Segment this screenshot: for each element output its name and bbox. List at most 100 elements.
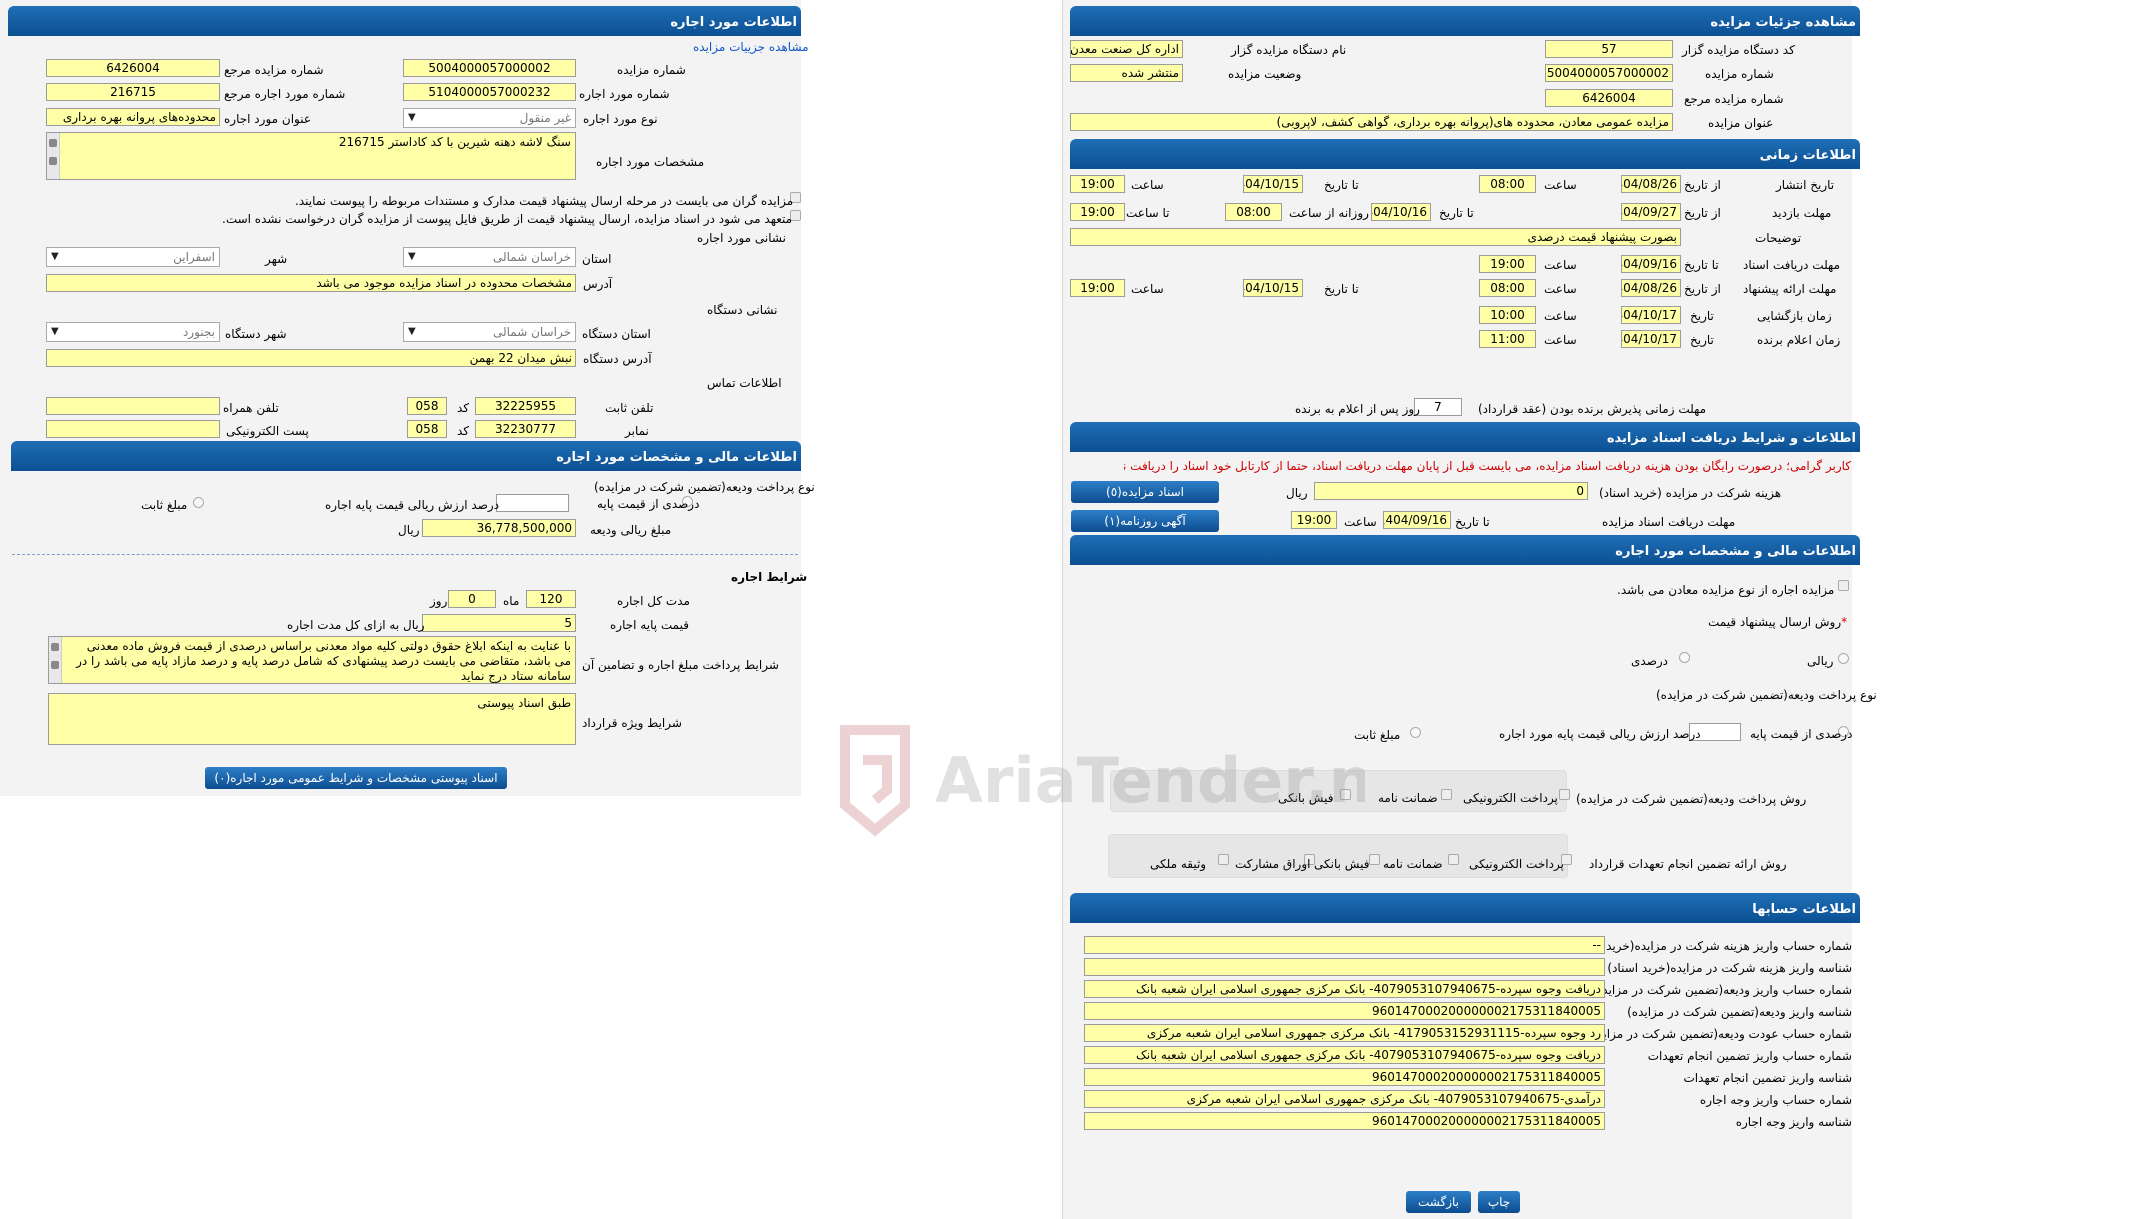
fee-label: هزینه شرکت در مزایده (خرید اسناد) bbox=[1599, 486, 1782, 500]
offer-to-label: تا تاریخ bbox=[1324, 282, 1359, 296]
offer-time-label: ساعت bbox=[1544, 282, 1577, 296]
chevron-down-icon: ▼ bbox=[408, 251, 416, 262]
docs-warning: کاربر گرامی؛ درصورت رایگان بودن هزینه در… bbox=[1124, 459, 1851, 473]
offer-from-date: 1404/08/26 bbox=[1621, 279, 1681, 297]
pay2-guarantee-checkbox[interactable] bbox=[1448, 854, 1459, 865]
publish-from-date: 1404/08/26 bbox=[1621, 175, 1681, 193]
pay1-receipt-checkbox[interactable] bbox=[1340, 789, 1351, 800]
offer-to-date: 1404/10/15 bbox=[1243, 279, 1303, 297]
org-prov-select-value: خراسان شمالی bbox=[492, 325, 571, 339]
pay1-electronic-checkbox[interactable] bbox=[1559, 789, 1570, 800]
address-field: مشخصات محدوده در اسناد مزایده موجود می ب… bbox=[46, 274, 576, 292]
view-details-link[interactable]: مشاهده جزییات مزایده bbox=[693, 40, 809, 54]
type-select-value: غیر منقول bbox=[519, 111, 571, 125]
account-label: شناسه واریز هزینه شرکت در مزایده(خرید اس… bbox=[1607, 961, 1852, 975]
item-address-heading: نشانی مورد اجاره bbox=[697, 231, 786, 245]
org-city-select-value: بجنورد bbox=[182, 325, 215, 339]
financial-header: اطلاعات مالی و مشخصات مورد اجاره bbox=[1070, 535, 1860, 565]
province-label: استان bbox=[582, 252, 612, 266]
email-field bbox=[46, 420, 220, 438]
type-label: نوع مورد اجاره bbox=[583, 112, 658, 126]
account-label: شماره حساب واریز ودیعه(تضمین شرکت در مزا… bbox=[1591, 983, 1852, 997]
daily-to-label: تا ساعت bbox=[1126, 206, 1170, 220]
spec-textarea[interactable]: سنگ لاشه دهنه شیرین با کد کاداستر 216715 bbox=[46, 132, 576, 180]
attach-docs-text: مزایده گران می بایست در مرحله ارسال پیشن… bbox=[295, 194, 794, 208]
deposit-currency: ریال bbox=[398, 523, 420, 537]
percent-radio-label: درصدی bbox=[1631, 654, 1669, 668]
offer-from-label: از تاریخ bbox=[1684, 282, 1721, 296]
publish-to-time: 19:00 bbox=[1070, 175, 1125, 193]
open-time: 10:00 bbox=[1479, 306, 1536, 324]
pay-terms-scrollbar[interactable] bbox=[49, 637, 62, 683]
offer-from-time: 08:00 bbox=[1479, 279, 1536, 297]
account-label: شناسه واریز تضمین انجام تعهدات bbox=[1683, 1071, 1853, 1085]
pay-terms-textarea[interactable]: با عنایت به اینکه ابلاغ حقوق دولتی کلیه … bbox=[48, 636, 576, 684]
attached-docs-button[interactable]: اسناد پیوستی مشخصات و شرایط عمومی مورد ا… bbox=[205, 767, 507, 789]
account-value: 960147000200000002175311840005 bbox=[1084, 1002, 1605, 1020]
pay1-guarantee-checkbox[interactable] bbox=[1441, 789, 1452, 800]
doc-to-date: 1404/09/16 bbox=[1621, 255, 1681, 273]
daily-from-label: روزانه از ساعت bbox=[1289, 206, 1369, 220]
pay2-guarantee-label: ضمانت نامه bbox=[1383, 857, 1443, 871]
guarantee-label: روش ارائه تضمین انجام تعهدات قرارداد bbox=[1589, 857, 1787, 871]
doc-to-time: 19:00 bbox=[1479, 255, 1536, 273]
status-label: وضعیت مزایده bbox=[1228, 67, 1302, 81]
publish-to-label: تا تاریخ bbox=[1324, 178, 1359, 192]
day-label: روز bbox=[430, 594, 448, 608]
doc-recv-time-label: ساعت bbox=[1344, 515, 1377, 529]
item-ref-label: شماره مورد اجاره مرجع bbox=[224, 87, 346, 101]
account-value: دریافت وجوه سپرده-4079053107940675- بانک… bbox=[1084, 980, 1605, 998]
print-button[interactable]: چاپ bbox=[1478, 1191, 1520, 1213]
back-button[interactable]: بازگشت bbox=[1406, 1191, 1471, 1213]
fax-code-label: کد bbox=[457, 424, 470, 438]
special-terms-textarea[interactable]: طبق اسناد پیوستی bbox=[48, 693, 576, 745]
fixed-amount-radio[interactable] bbox=[1410, 727, 1421, 738]
publish-to-date: 1404/10/15 bbox=[1243, 175, 1303, 193]
org-name-field: اداره کل صنعت معدن و تجا bbox=[1070, 40, 1183, 58]
deposit-amount-field: 36,778,500,000 bbox=[422, 519, 576, 537]
province-select[interactable]: خراسان شمالی ▼ bbox=[403, 247, 576, 267]
spec-scrollbar[interactable] bbox=[47, 133, 60, 179]
province-select-value: خراسان شمالی bbox=[492, 250, 571, 264]
item-header: اطلاعات مورد اجاره bbox=[8, 6, 801, 36]
doc-time-label: ساعت bbox=[1544, 258, 1577, 272]
visit-to-date: 1404/10/16 bbox=[1371, 203, 1431, 221]
open-date-label: تاریخ bbox=[1690, 309, 1714, 323]
account-value: 960147000200000002175311840005 bbox=[1084, 1112, 1605, 1130]
mobile-field bbox=[46, 397, 220, 415]
auction-docs-button[interactable]: اسناد مزایده(٥) bbox=[1071, 481, 1219, 503]
org-city-select[interactable]: بجنورد ▼ bbox=[46, 322, 220, 342]
account-value: رد وجوه سپرده-4179053152931115- بانک مرک… bbox=[1084, 1024, 1605, 1042]
percent-radio[interactable] bbox=[1679, 652, 1690, 663]
docs-header: اطلاعات و شرایط دریافت اسناد مزایده bbox=[1070, 422, 1860, 452]
mine-type-text: مزایده اجاره از نوع مزایده معادن می باشد… bbox=[1617, 583, 1835, 597]
desc-field: بصورت پیشنهاد قیمت درصدی bbox=[1070, 228, 1681, 246]
duration-label: مدت کل اجاره bbox=[617, 594, 690, 608]
days-field: 0 bbox=[448, 590, 496, 608]
pay2-property-label: وثیقه ملکی bbox=[1150, 857, 1207, 871]
city-select[interactable]: اسفراین ▼ bbox=[46, 247, 220, 267]
fixed-amount-label: مبلغ ثابت bbox=[1354, 728, 1401, 742]
pay2-receipt-checkbox[interactable] bbox=[1369, 854, 1380, 865]
details-header: مشاهده جزئیات مزایده bbox=[1070, 6, 1860, 36]
org-prov-label: استان دستگاه bbox=[582, 327, 651, 341]
fax-field: 32230777 bbox=[475, 420, 576, 438]
phone-code-field: 058 bbox=[407, 397, 447, 415]
base-price-suffix: ریال به ازای کل مدت اجاره bbox=[287, 618, 425, 632]
fixed-amount-radio[interactable] bbox=[193, 497, 204, 508]
type-select[interactable]: غیر منقول ▼ bbox=[403, 108, 576, 128]
newspaper-ad-button[interactable]: آگهی روزنامه(١) bbox=[1071, 510, 1219, 532]
doc-recv-label: مهلت دریافت اسناد مزایده bbox=[1602, 515, 1736, 529]
account-label: شناسه واریز ودیعه(تضمین شرکت در مزایده) bbox=[1627, 1005, 1852, 1019]
phone-label: تلفن ثابت bbox=[605, 401, 654, 415]
doc-to-label: تا تاریخ bbox=[1684, 258, 1719, 272]
account-label: شماره حساب واریز وجه اجاره bbox=[1699, 1093, 1852, 1107]
rial-radio[interactable] bbox=[1838, 653, 1849, 664]
pay-terms-label: شرایط پرداخت مبلغ اجاره و تضامین آن bbox=[582, 658, 779, 672]
special-terms-label: شرایط ویژه قرارداد bbox=[582, 716, 682, 730]
pay2-property-checkbox[interactable] bbox=[1218, 854, 1229, 865]
org-prov-select[interactable]: خراسان شمالی ▼ bbox=[403, 322, 576, 342]
winner-time: 11:00 bbox=[1479, 330, 1536, 348]
divider bbox=[12, 554, 798, 555]
publish-from-label: از تاریخ bbox=[1684, 178, 1721, 192]
